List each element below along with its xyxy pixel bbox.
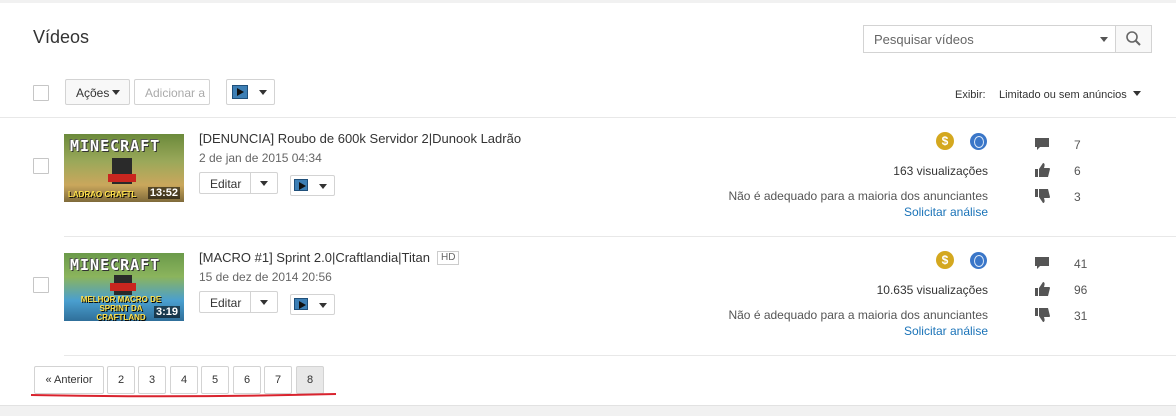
edit-label: Editar bbox=[210, 296, 242, 310]
add-to-label: Adicionar a bbox=[145, 86, 206, 100]
comment-count: 7 bbox=[1074, 138, 1081, 152]
video-thumbnail[interactable]: MINECRAFT MELHOR MACRO DE SPRINT DA CRAF… bbox=[64, 253, 184, 321]
video-title-link[interactable]: [DENUNCIA] Roubo de 600k Servidor 2|Duno… bbox=[199, 131, 521, 146]
page-button-current[interactable]: 8 bbox=[296, 366, 324, 394]
chevron-down-icon[interactable] bbox=[260, 300, 268, 305]
page-title: Vídeos bbox=[33, 27, 90, 47]
video-date: 15 de dez de 2014 20:56 bbox=[199, 270, 332, 284]
thumbnail-title: MINECRAFT bbox=[70, 256, 161, 274]
edit-button[interactable]: Editar bbox=[199, 172, 278, 194]
divider bbox=[64, 355, 1176, 356]
view-count: 10.635 visualizações bbox=[876, 283, 988, 297]
thumbs-up-icon[interactable] bbox=[1034, 282, 1050, 296]
comment-count: 41 bbox=[1074, 257, 1088, 271]
edit-label: Editar bbox=[210, 177, 242, 191]
monetization-status: Não é adequado para a maioria dos anunci… bbox=[728, 189, 988, 203]
search-box[interactable]: Pesquisar vídeos bbox=[863, 25, 1152, 53]
request-review-link[interactable]: Solicitar análise bbox=[788, 324, 988, 338]
dollar-coin-icon[interactable]: $ bbox=[936, 251, 954, 269]
playlist-icon bbox=[232, 85, 248, 99]
comment-icon bbox=[1035, 138, 1049, 150]
hd-badge: HD bbox=[437, 251, 460, 265]
playlist-dropdown-button[interactable] bbox=[290, 294, 335, 315]
video-checkbox[interactable] bbox=[33, 158, 49, 174]
page-button-7[interactable]: 7 bbox=[264, 366, 292, 394]
thumbs-down-icon[interactable] bbox=[1034, 189, 1050, 203]
page-button-6[interactable]: 6 bbox=[233, 366, 261, 394]
annotation-underline bbox=[30, 393, 337, 398]
chevron-down-icon bbox=[319, 303, 327, 308]
edit-button[interactable]: Editar bbox=[199, 291, 278, 313]
videos-panel: Vídeos Pesquisar vídeos Ações Adicionar … bbox=[0, 3, 1176, 406]
search-button[interactable] bbox=[1115, 26, 1151, 52]
comment-icon bbox=[1035, 257, 1049, 269]
chevron-down-icon bbox=[319, 184, 327, 189]
divider bbox=[0, 117, 1176, 118]
playlist-dropdown-button[interactable] bbox=[226, 79, 275, 105]
page-button-5[interactable]: 5 bbox=[201, 366, 229, 394]
divider bbox=[64, 236, 1176, 237]
thumbnail-title: MINECRAFT bbox=[70, 137, 161, 155]
page-button-4[interactable]: 4 bbox=[170, 366, 198, 394]
video-duration: 13:52 bbox=[147, 187, 180, 199]
add-to-button[interactable]: Adicionar a bbox=[134, 79, 210, 105]
request-review-link[interactable]: Solicitar análise bbox=[788, 205, 988, 219]
like-count: 6 bbox=[1074, 164, 1081, 178]
video-checkbox[interactable] bbox=[33, 277, 49, 293]
actions-label: Ações bbox=[76, 86, 110, 100]
thumbnail-caption: LADRAO CRAFTL bbox=[68, 190, 137, 199]
playlist-icon bbox=[294, 179, 308, 191]
monetization-status: Não é adequado para a maioria dos anunci… bbox=[728, 308, 988, 322]
show-filter-select[interactable]: Limitado ou sem anúncios bbox=[999, 89, 1127, 101]
chevron-down-icon[interactable] bbox=[260, 181, 268, 186]
search-dropdown-icon[interactable] bbox=[1100, 37, 1108, 42]
chevron-down-icon bbox=[112, 90, 120, 95]
select-all-checkbox[interactable] bbox=[33, 85, 49, 101]
actions-button[interactable]: Ações bbox=[65, 79, 130, 105]
video-thumbnail[interactable]: MINECRAFT LADRAO CRAFTL 13:52 bbox=[64, 134, 184, 202]
page-button-2[interactable]: 2 bbox=[107, 366, 135, 394]
thumbnail-accent bbox=[110, 283, 136, 291]
search-input[interactable]: Pesquisar vídeos bbox=[874, 32, 974, 47]
thumbnail-accent bbox=[108, 174, 136, 182]
dollar-coin-icon[interactable]: $ bbox=[936, 132, 954, 150]
thumbnail-caption: MELHOR MACRO DE SPRINT DA CRAFTLAND bbox=[80, 295, 162, 321]
search-icon bbox=[1126, 31, 1141, 46]
view-count: 163 visualizações bbox=[893, 164, 988, 178]
split-divider bbox=[250, 173, 251, 193]
dislike-count: 31 bbox=[1074, 309, 1088, 323]
like-count: 96 bbox=[1074, 283, 1088, 297]
chevron-down-icon bbox=[259, 90, 267, 95]
video-date: 2 de jan de 2015 04:34 bbox=[199, 151, 322, 165]
thumbs-up-icon[interactable] bbox=[1034, 163, 1050, 177]
previous-page-button[interactable]: « Anterior bbox=[34, 366, 104, 394]
dislike-count: 3 bbox=[1074, 190, 1081, 204]
chevron-down-icon[interactable] bbox=[1133, 91, 1141, 96]
show-filter-label: Exibir: bbox=[955, 89, 986, 101]
page-button-3[interactable]: 3 bbox=[138, 366, 166, 394]
video-duration: 3:19 bbox=[153, 306, 180, 318]
thumbs-down-icon[interactable] bbox=[1034, 308, 1050, 322]
globe-icon[interactable] bbox=[970, 133, 987, 150]
playlist-icon bbox=[294, 298, 308, 310]
video-title-link[interactable]: [MACRO #1] Sprint 2.0|Craftlandia|Titan bbox=[199, 250, 430, 265]
split-divider bbox=[250, 292, 251, 312]
playlist-dropdown-button[interactable] bbox=[290, 175, 335, 196]
globe-icon[interactable] bbox=[970, 252, 987, 269]
